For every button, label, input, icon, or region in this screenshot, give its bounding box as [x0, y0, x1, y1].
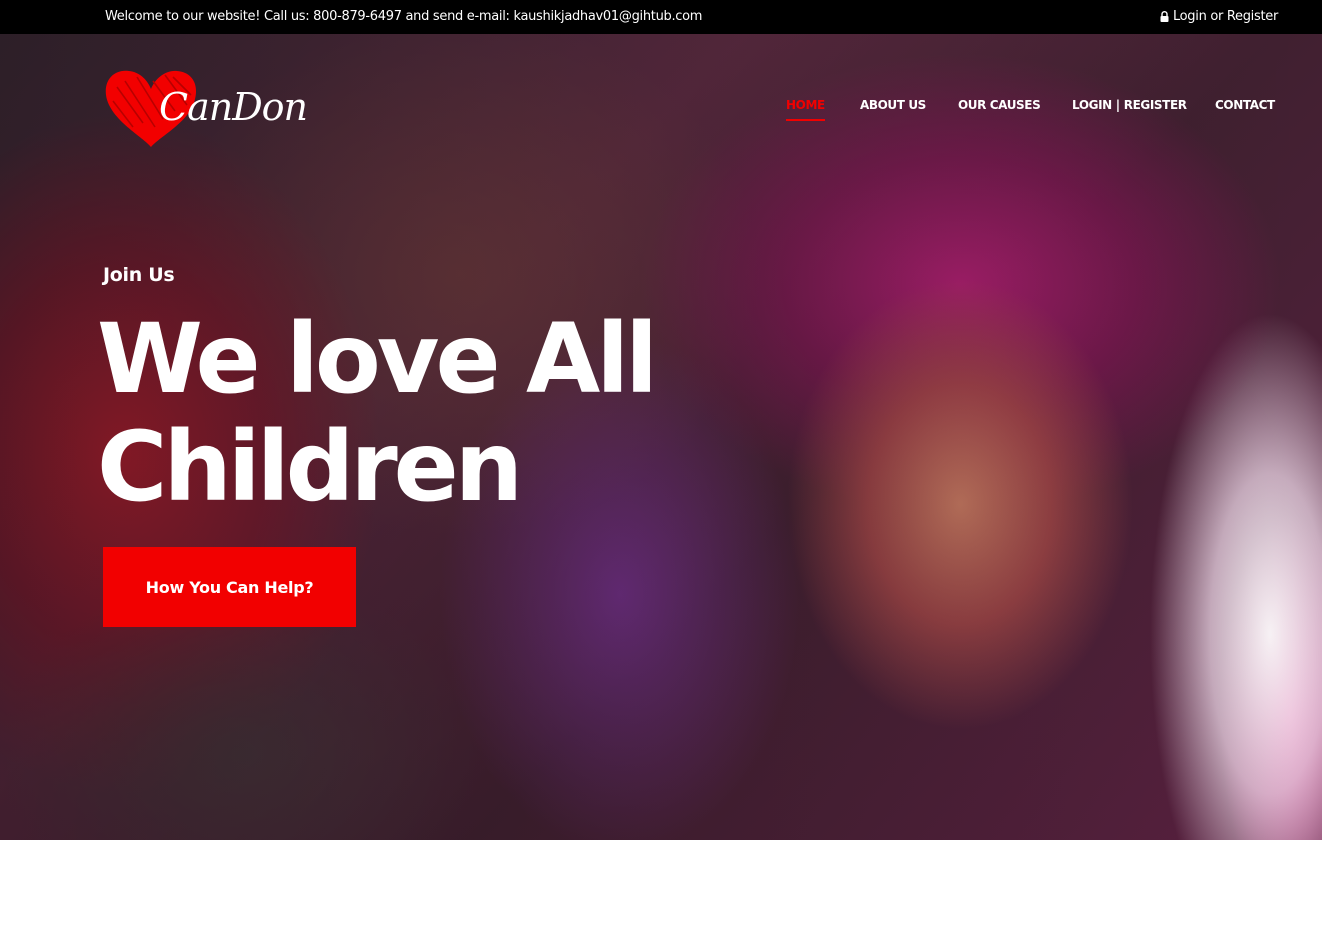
nav-separator: | — [1115, 98, 1120, 112]
welcome-message: Welcome to our website! Call us: 800-879… — [105, 9, 703, 24]
nav-item-login[interactable]: LOGIN — [1072, 98, 1112, 112]
nav-item-about-us[interactable]: ABOUT US — [860, 98, 926, 112]
login-register-link[interactable]: Login or Register — [1160, 9, 1278, 24]
how-you-can-help-button[interactable]: How You Can Help? — [103, 547, 356, 627]
nav-item-home-label: HOME — [786, 98, 825, 112]
nav-item-register[interactable]: REGISTER — [1124, 98, 1187, 112]
main-nav: HOME ABOUT US OUR CAUSES LOGIN | REGISTER … — [0, 98, 1322, 128]
active-underline — [786, 119, 825, 121]
hero-headline: We love All Children — [97, 303, 658, 523]
nav-item-contact[interactable]: CONTACT — [1215, 98, 1275, 112]
hero-headline-line1: We love All — [97, 303, 658, 415]
login-register-label: Login or Register — [1172, 9, 1278, 24]
nav-item-login-register: LOGIN | REGISTER — [1072, 98, 1187, 112]
hero-headline-line2: Children — [97, 411, 523, 523]
lock-icon — [1160, 11, 1169, 22]
top-bar: Welcome to our website! Call us: 800-879… — [0, 0, 1322, 34]
nav-item-home[interactable]: HOME — [786, 98, 825, 121]
nav-item-our-causes[interactable]: OUR CAUSES — [958, 98, 1041, 112]
hero-eyebrow: Join Us — [103, 264, 175, 286]
